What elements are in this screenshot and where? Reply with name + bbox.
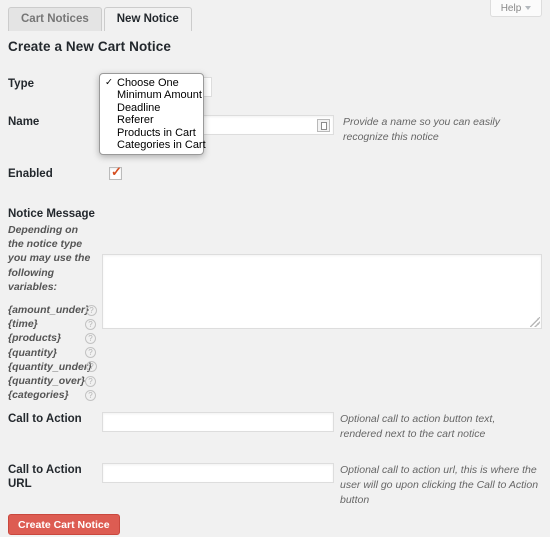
variable-list: {amount_under} ? {time} ? {products} ? {…	[8, 303, 96, 402]
tab-cart-notices-label: Cart Notices	[21, 14, 89, 26]
tab-new-notice-label: New Notice	[117, 14, 179, 26]
variable-name: {quantity}	[8, 347, 85, 359]
variable-name: {quantity_over}	[8, 375, 85, 387]
page-title: Create a New Cart Notice	[8, 39, 171, 54]
call-to-action-field: Optional call to action button text, ren…	[102, 412, 540, 442]
list-item: {time} ?	[8, 317, 96, 331]
question-mark-icon[interactable]: ?	[85, 390, 96, 401]
variable-name: {amount_under}	[8, 304, 86, 316]
name-label: Name	[8, 115, 94, 129]
call-to-action-url-description: Optional call to action url, this is whe…	[340, 463, 548, 508]
variable-name: {time}	[8, 318, 85, 330]
list-item: {amount_under} ?	[8, 303, 96, 317]
question-mark-icon[interactable]: ?	[85, 376, 96, 387]
create-cart-notice-button[interactable]: Create Cart Notice	[8, 514, 120, 535]
tab-new-notice[interactable]: New Notice	[104, 7, 192, 31]
list-item: {quantity_over} ?	[8, 374, 96, 388]
list-item: {quantity_under} ?	[8, 360, 96, 374]
resize-grip-icon[interactable]	[530, 317, 540, 327]
autofill-icon[interactable]	[317, 119, 330, 132]
notice-message-sub-description: Depending on the notice type you may use…	[8, 223, 96, 294]
create-cart-notice-button-label: Create Cart Notice	[18, 519, 110, 531]
dropdown-option-deadline[interactable]: Deadline	[100, 102, 203, 114]
call-to-action-description: Optional call to action button text, ren…	[340, 412, 540, 442]
tab-bar: Cart Notices New Notice	[8, 6, 192, 31]
variable-name: {categories}	[8, 389, 85, 401]
type-dropdown-menu[interactable]: Choose One Minimum Amount Deadline Refer…	[99, 73, 204, 155]
call-to-action-input[interactable]	[102, 412, 334, 432]
question-mark-icon[interactable]: ?	[85, 333, 96, 344]
call-to-action-url-label: Call to Action URL	[8, 463, 94, 491]
notice-message-textarea[interactable]	[102, 254, 542, 329]
tab-cart-notices[interactable]: Cart Notices	[8, 7, 102, 31]
question-mark-icon[interactable]: ?	[85, 347, 96, 358]
call-to-action-url-field: Optional call to action url, this is whe…	[102, 463, 548, 508]
chevron-down-icon	[525, 6, 531, 10]
list-item: {quantity} ?	[8, 346, 96, 360]
question-mark-icon[interactable]: ?	[86, 361, 97, 372]
call-to-action-label: Call to Action	[8, 412, 94, 426]
dropdown-option-choose-one[interactable]: Choose One	[100, 77, 203, 89]
dropdown-option-products-in-cart[interactable]: Products in Cart	[100, 127, 203, 139]
call-to-action-url-input[interactable]	[102, 463, 334, 483]
list-item: {categories} ?	[8, 388, 96, 402]
dropdown-option-referer[interactable]: Referer	[100, 114, 203, 126]
enabled-field: ✓	[109, 167, 122, 180]
question-mark-icon[interactable]: ?	[86, 305, 97, 316]
help-tab[interactable]: Help	[490, 0, 542, 17]
notice-message-label: Notice Message	[8, 207, 96, 221]
variable-name: {products}	[8, 332, 85, 344]
enabled-label: Enabled	[8, 167, 94, 181]
type-label: Type	[8, 77, 94, 91]
notice-message-label-block: Notice Message Depending on the notice t…	[8, 207, 96, 402]
list-item: {products} ?	[8, 331, 96, 345]
notice-message-field	[102, 254, 542, 329]
dropdown-option-minimum-amount[interactable]: Minimum Amount	[100, 89, 203, 101]
help-tab-label: Help	[501, 3, 522, 14]
checkmark-icon: ✓	[111, 165, 122, 178]
enabled-checkbox[interactable]: ✓	[109, 167, 122, 180]
dropdown-option-categories-in-cart[interactable]: Categories in Cart	[100, 139, 203, 151]
name-description: Provide a name so you can easily recogni…	[343, 115, 548, 145]
question-mark-icon[interactable]: ?	[85, 319, 96, 330]
variable-name: {quantity_under}	[8, 361, 86, 373]
